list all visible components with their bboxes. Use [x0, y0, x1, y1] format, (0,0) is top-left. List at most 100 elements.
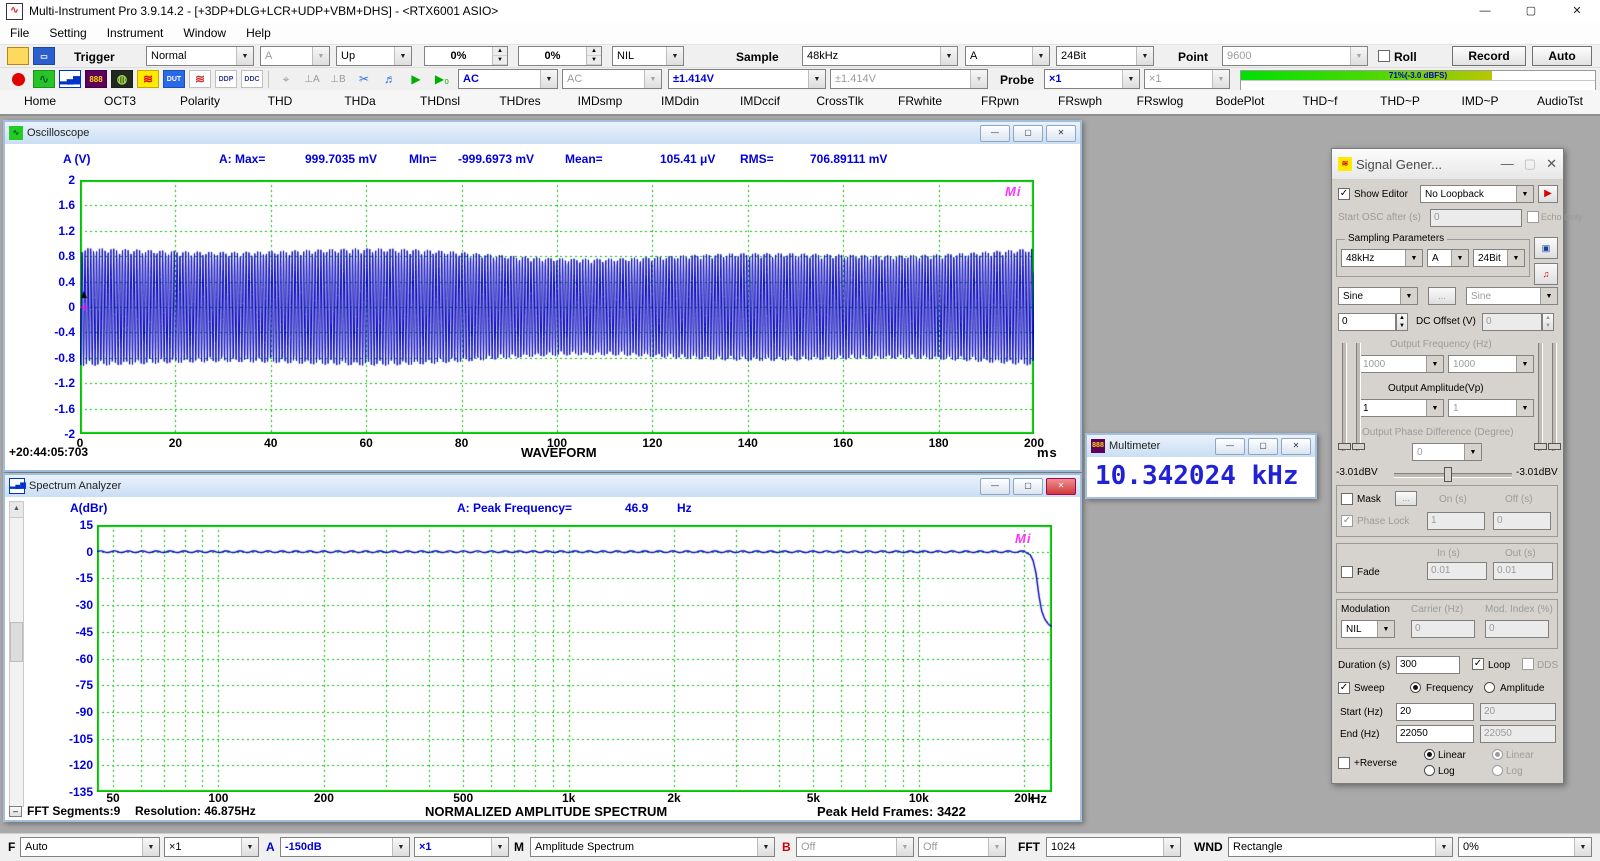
- carrier-input[interactable]: 0: [1411, 620, 1475, 638]
- sweep-checkbox[interactable]: [1338, 682, 1350, 694]
- sweep-start-b-input[interactable]: 20: [1480, 703, 1556, 721]
- trigger-source-dropdown[interactable]: A ▼: [260, 46, 330, 66]
- menu-help[interactable]: Help: [236, 26, 281, 40]
- spectrum-plot[interactable]: [97, 525, 1052, 792]
- tab-frswph[interactable]: FRswph: [1040, 90, 1120, 114]
- mode-dropdown[interactable]: Amplitude Spectrum ▼: [530, 837, 775, 857]
- roll-checkbox[interactable]: [1378, 50, 1390, 62]
- zero-a-button[interactable]: ⊥A: [300, 69, 324, 89]
- b-range-dropdown[interactable]: Off ▼: [796, 837, 914, 857]
- sample-bits-dropdown[interactable]: 24Bit ▼: [1056, 46, 1154, 66]
- sweep-log-radio[interactable]: [1424, 765, 1435, 776]
- window-close-button[interactable]: ✕: [1554, 0, 1600, 22]
- tab-thd~p[interactable]: THD~P: [1360, 90, 1440, 114]
- probe-b-dropdown[interactable]: ×1 ▼: [1144, 69, 1230, 89]
- sg-maximize-button[interactable]: ▢: [1524, 156, 1536, 172]
- run-button[interactable]: ▶: [404, 69, 428, 89]
- tab-frswlog[interactable]: FRswlog: [1120, 90, 1200, 114]
- fade-checkbox[interactable]: [1341, 566, 1353, 578]
- amplitude-b-dropdown[interactable]: 1 ▼: [1448, 399, 1534, 417]
- mask-more-button[interactable]: ...: [1395, 491, 1417, 506]
- oscilloscope-plot[interactable]: [80, 180, 1034, 434]
- slider-thumb[interactable]: [1338, 443, 1351, 450]
- probe-a-dropdown[interactable]: ×1 ▼: [1044, 69, 1140, 89]
- ddp-viewer-button[interactable]: DDP: [214, 69, 238, 89]
- sweep-frequency-radio[interactable]: [1410, 682, 1421, 693]
- amplitude-slider-a2[interactable]: [1356, 343, 1361, 451]
- spec-close-button[interactable]: ✕: [1046, 477, 1076, 495]
- scrollbar-up-arrow[interactable]: ▲: [10, 502, 23, 518]
- a-range-dropdown[interactable]: -150dB ▼: [280, 837, 410, 857]
- sg-channel-dropdown[interactable]: A ▼: [1427, 249, 1469, 267]
- duration-input[interactable]: 300: [1396, 656, 1460, 674]
- dc-b-spinner[interactable]: ▲ ▼: [1542, 313, 1554, 331]
- tab-polarity[interactable]: Polarity: [160, 90, 240, 114]
- multimeter-titlebar[interactable]: 888 Multimeter — ▢ ✕: [1087, 435, 1315, 457]
- sound-probe-button[interactable]: ✂: [352, 69, 376, 89]
- slider-thumb[interactable]: [1548, 443, 1561, 450]
- trigger-delay-spinner[interactable]: 0% ▲ ▼: [518, 46, 602, 66]
- osc-close-button[interactable]: ✕: [1046, 124, 1076, 142]
- oscilloscope-button[interactable]: ∿: [32, 69, 56, 89]
- sg-save-button[interactable]: ▣: [1534, 237, 1558, 259]
- range-a-dropdown[interactable]: ±1.414V ▼: [668, 69, 826, 89]
- tab-thd~f[interactable]: THD~f: [1280, 90, 1360, 114]
- record-button[interactable]: Record: [1452, 46, 1526, 66]
- frequency-b-dropdown[interactable]: 1000 ▼: [1448, 355, 1534, 373]
- trigger-mode-dropdown[interactable]: Normal ▼: [146, 46, 254, 66]
- trigger-level-spinner[interactable]: 0% ▲ ▼: [424, 46, 508, 66]
- coupling-a-dropdown[interactable]: AC ▼: [458, 69, 558, 89]
- window-minimize-button[interactable]: —: [1462, 0, 1508, 22]
- tab-audiotst[interactable]: AudioTst: [1520, 90, 1600, 114]
- tab-imdsmp[interactable]: IMDsmp: [560, 90, 640, 114]
- loopback-dropdown[interactable]: No Loopback ▼: [1420, 185, 1534, 203]
- data-logger-button[interactable]: ≋: [188, 69, 212, 89]
- calibration-button[interactable]: ⌖: [274, 69, 298, 89]
- tab-frpwn[interactable]: FRpwn: [960, 90, 1040, 114]
- tab-home[interactable]: Home: [0, 90, 80, 114]
- sg-run-button[interactable]: ▶: [1538, 185, 1558, 203]
- multimeter-button[interactable]: 888: [84, 69, 108, 89]
- spectrum-titlebar[interactable]: ▂▄▆ Spectrum Analyzer — ▢ ✕: [5, 475, 1080, 497]
- sg-bits-dropdown[interactable]: 24Bit ▼: [1473, 249, 1525, 267]
- tab-thda[interactable]: THDa: [320, 90, 400, 114]
- tab-imdccif[interactable]: IMDccif: [720, 90, 800, 114]
- sweep-end-a-input[interactable]: 22050: [1396, 725, 1474, 743]
- tab-thdnsl[interactable]: THDnsl: [400, 90, 480, 114]
- trigger-hpf-dropdown[interactable]: NIL ▼: [612, 46, 684, 66]
- sg-minimize-button[interactable]: —: [1501, 156, 1514, 172]
- speaker-test-button[interactable]: ♬: [378, 69, 402, 89]
- spectrum-3d-button[interactable]: ◍: [110, 69, 134, 89]
- signal-generator-titlebar[interactable]: ≋ Signal Gener... — ▢ ✕: [1332, 149, 1563, 180]
- spec-minimize-button[interactable]: —: [980, 477, 1010, 495]
- menu-window[interactable]: Window: [173, 26, 236, 40]
- frequency-a-dropdown[interactable]: 1000 ▼: [1358, 355, 1444, 373]
- mm-minimize-button[interactable]: —: [1215, 437, 1245, 455]
- mm-close-button[interactable]: ✕: [1281, 437, 1311, 455]
- slider-thumb[interactable]: [1352, 443, 1365, 450]
- zero-b-button[interactable]: ⊥B: [326, 69, 350, 89]
- sweep-linear-radio[interactable]: [1424, 749, 1435, 760]
- dc-offset-a-input[interactable]: 0: [1338, 313, 1396, 331]
- amplitude-slider-b1[interactable]: [1538, 343, 1543, 451]
- overlap-dropdown[interactable]: 0% ▼: [1458, 837, 1592, 857]
- sg-rate-dropdown[interactable]: 48kHz ▼: [1341, 249, 1423, 267]
- signal-generator-button[interactable]: ≋: [136, 69, 160, 89]
- fft-size-dropdown[interactable]: 1024 ▼: [1046, 837, 1181, 857]
- coupling-b-dropdown[interactable]: AC ▼: [562, 69, 662, 89]
- tab-oct3[interactable]: OCT3: [80, 90, 160, 114]
- balance-slider-thumb[interactable]: [1444, 467, 1452, 482]
- point-dropdown[interactable]: 9600 ▼: [1222, 46, 1368, 66]
- echo-only-checkbox[interactable]: [1527, 211, 1539, 223]
- window-maximize-button[interactable]: ▢: [1508, 0, 1554, 22]
- balance-slider[interactable]: [1394, 473, 1512, 478]
- waveform-b-dropdown[interactable]: Sine ▼: [1466, 287, 1558, 305]
- start-osc-input[interactable]: 0: [1430, 209, 1522, 227]
- sweep-start-a-input[interactable]: 20: [1396, 703, 1474, 721]
- modulation-dropdown[interactable]: NIL ▼: [1341, 620, 1395, 638]
- tab-bodeplot[interactable]: BodePlot: [1200, 90, 1280, 114]
- loop-checkbox[interactable]: [1472, 658, 1484, 670]
- spectrum-vertical-scrollbar[interactable]: ▲: [9, 501, 24, 807]
- amplitude-slider-b2[interactable]: [1552, 343, 1557, 451]
- trigger-edge-dropdown[interactable]: Up ▼: [336, 46, 412, 66]
